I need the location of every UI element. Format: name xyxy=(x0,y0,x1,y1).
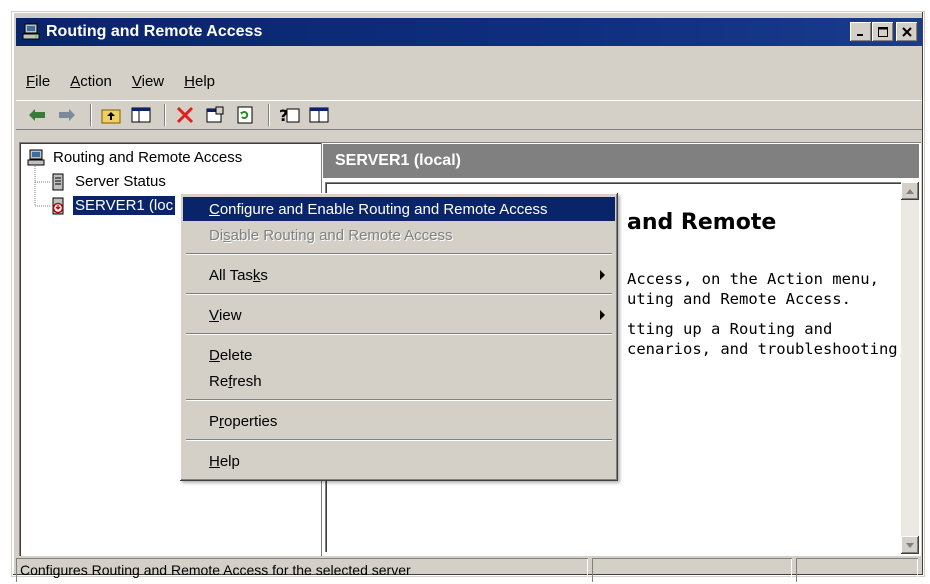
toolbar-separator xyxy=(268,104,270,126)
menu-separator xyxy=(186,399,612,401)
menu-separator xyxy=(186,253,612,255)
show-hide-tree-icon xyxy=(131,107,151,123)
title-bar[interactable]: Routing and Remote Access xyxy=(16,18,922,46)
tree-root[interactable]: Routing and Remote Access xyxy=(27,148,244,167)
details-header: SERVER1 (local) xyxy=(323,144,919,178)
menu-separator xyxy=(186,293,612,295)
computer-icon xyxy=(27,149,45,167)
details-text-line: tting up a Routing and xyxy=(627,320,833,338)
status-bar: Configures Routing and Remote Access for… xyxy=(16,558,922,584)
submenu-arrow-icon xyxy=(600,310,605,320)
scroll-down-button[interactable] xyxy=(901,536,919,554)
refresh-icon xyxy=(237,106,253,124)
menu-item-refresh[interactable]: Re f resh xyxy=(183,369,615,393)
details-text-line: cenarios, and troubleshooting, xyxy=(627,340,901,358)
forward-arrow-icon xyxy=(59,109,75,121)
menu-item-view[interactable]: View xyxy=(183,303,615,327)
svg-text:?: ? xyxy=(279,106,288,124)
tree-item-label: Server Status xyxy=(75,173,166,190)
arrow-down-icon xyxy=(906,542,914,548)
menu-item-delete[interactable]: Delete xyxy=(183,343,615,367)
console-button[interactable] xyxy=(306,103,332,127)
up-level-button[interactable] xyxy=(98,103,124,127)
menu-separator xyxy=(186,333,612,335)
show-hide-tree-button[interactable] xyxy=(128,103,154,127)
minimize-icon xyxy=(857,34,863,36)
close-icon xyxy=(902,27,912,37)
toolbar-separator xyxy=(164,104,166,126)
properties-button[interactable] xyxy=(202,103,228,127)
server-down-icon xyxy=(49,197,67,215)
tree-item-server-status[interactable]: Server Status xyxy=(49,172,168,191)
refresh-button[interactable] xyxy=(232,103,258,127)
menu-file[interactable]: File xyxy=(16,73,60,90)
submenu-arrow-icon xyxy=(600,270,605,280)
menu-item-all-tasks[interactable]: All Tas k s xyxy=(183,263,615,287)
up-folder-icon xyxy=(101,109,121,124)
details-text-line: uting and Remote Access. xyxy=(627,290,851,308)
help-icon: ? xyxy=(279,106,300,124)
back-button[interactable] xyxy=(24,103,50,127)
help-button[interactable]: ? xyxy=(276,103,302,127)
menu-help[interactable]: Help xyxy=(174,73,225,90)
menu-item-help[interactable]: Help xyxy=(183,449,615,473)
properties-icon xyxy=(206,106,224,123)
close-button[interactable] xyxy=(896,22,918,42)
server-status-icon xyxy=(49,173,67,191)
delete-icon xyxy=(176,106,194,124)
menu-item-properties[interactable]: Pr operties xyxy=(183,409,615,433)
status-text: Configures Routing and Remote Access for… xyxy=(16,558,588,582)
menu-bar: File Action View Help xyxy=(16,68,225,94)
context-menu: Configure and Enable Routing and Remote … xyxy=(180,193,618,481)
vertical-scrollbar[interactable] xyxy=(901,182,919,554)
menu-view[interactable]: View xyxy=(122,73,174,90)
tree-item-label-selected: SERVER1 (loc xyxy=(73,196,176,215)
console-icon xyxy=(309,107,329,123)
back-arrow-icon xyxy=(29,109,45,121)
minimize-button[interactable] xyxy=(850,22,872,42)
menu-separator xyxy=(186,439,612,441)
status-panel xyxy=(592,558,792,582)
menu-item-disable: Di s able Routing and Remote Access xyxy=(209,226,453,244)
scroll-up-button[interactable] xyxy=(901,182,919,200)
delete-button[interactable] xyxy=(172,103,198,127)
toolbar-separator xyxy=(90,104,92,126)
details-heading: and Remote xyxy=(627,210,777,235)
status-panel xyxy=(796,558,918,582)
arrow-up-icon xyxy=(906,188,914,194)
routing-app-icon xyxy=(22,23,40,41)
window-title: Routing and Remote Access xyxy=(46,23,263,40)
menu-action[interactable]: Action xyxy=(60,73,122,90)
maximize-icon xyxy=(878,27,888,37)
toolbar: ? xyxy=(16,100,922,130)
maximize-button[interactable] xyxy=(872,22,894,42)
details-text-line: Access, on the Action menu, xyxy=(627,270,879,288)
tree-root-label: Routing and Remote Access xyxy=(53,149,243,166)
menu-item-configure-enable[interactable]: Configure and Enable Routing and Remote … xyxy=(183,197,615,221)
forward-button[interactable] xyxy=(54,103,80,127)
tree-item-server1[interactable]: SERVER1 (loc xyxy=(49,196,176,215)
